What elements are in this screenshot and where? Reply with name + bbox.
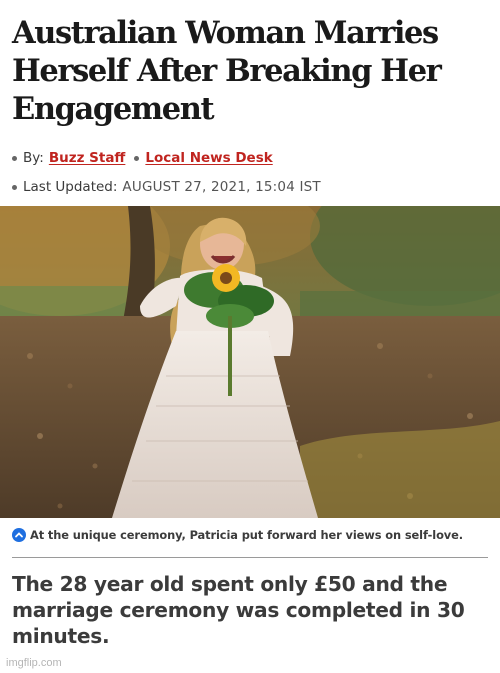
caption-text: At the unique ceremony, Patricia put for…: [30, 528, 463, 542]
chevron-up-icon[interactable]: [12, 528, 26, 542]
photo-caption: At the unique ceremony, Patricia put for…: [12, 526, 496, 544]
byline-label: By:: [23, 150, 44, 166]
last-updated-value: AUGUST 27, 2021, 15:04 IST: [122, 179, 321, 195]
author-link[interactable]: Buzz Staff: [49, 150, 126, 166]
watermark: imgflip.com: [6, 657, 62, 669]
last-updated: Last Updated: AUGUST 27, 2021, 15:04 IST: [12, 177, 321, 197]
article-summary: The 28 year old spent only £50 and the m…: [12, 572, 465, 648]
last-updated-label: Last Updated:: [23, 179, 118, 195]
desk-link[interactable]: Local News Desk: [145, 150, 272, 166]
bullet-dot-icon: [134, 155, 140, 161]
article-headline: Australian Woman Marries Herself After B…: [12, 15, 442, 127]
bullet-dot-icon: [12, 155, 17, 161]
article-photo: [0, 206, 500, 518]
divider: [12, 557, 488, 558]
byline: By: Buzz Staff Local News Desk: [12, 148, 273, 168]
bride-photo-illustration: [0, 206, 500, 518]
bullet-dot-icon: [12, 184, 17, 190]
